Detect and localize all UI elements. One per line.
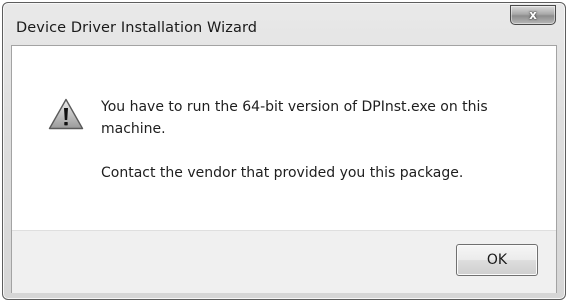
button-bar: OK <box>12 230 556 293</box>
message-area: You have to run the 64-bit version of DP… <box>12 46 556 230</box>
message-text: You have to run the 64-bit version of DP… <box>101 96 531 184</box>
close-icon: x <box>529 8 537 22</box>
dialog-body: You have to run the 64-bit version of DP… <box>11 45 557 293</box>
ok-button[interactable]: OK <box>456 244 538 276</box>
warning-icon <box>48 98 84 130</box>
message-line-2: Contact the vendor that provided you thi… <box>101 165 464 181</box>
close-button[interactable]: x <box>510 5 556 25</box>
dialog-window: Device Driver Installation Wizard x You … <box>2 2 566 300</box>
title-bar[interactable]: Device Driver Installation Wizard x <box>3 3 565 45</box>
window-title: Device Driver Installation Wizard <box>16 20 258 36</box>
message-line-1: You have to run the 64-bit version of DP… <box>101 99 488 137</box>
